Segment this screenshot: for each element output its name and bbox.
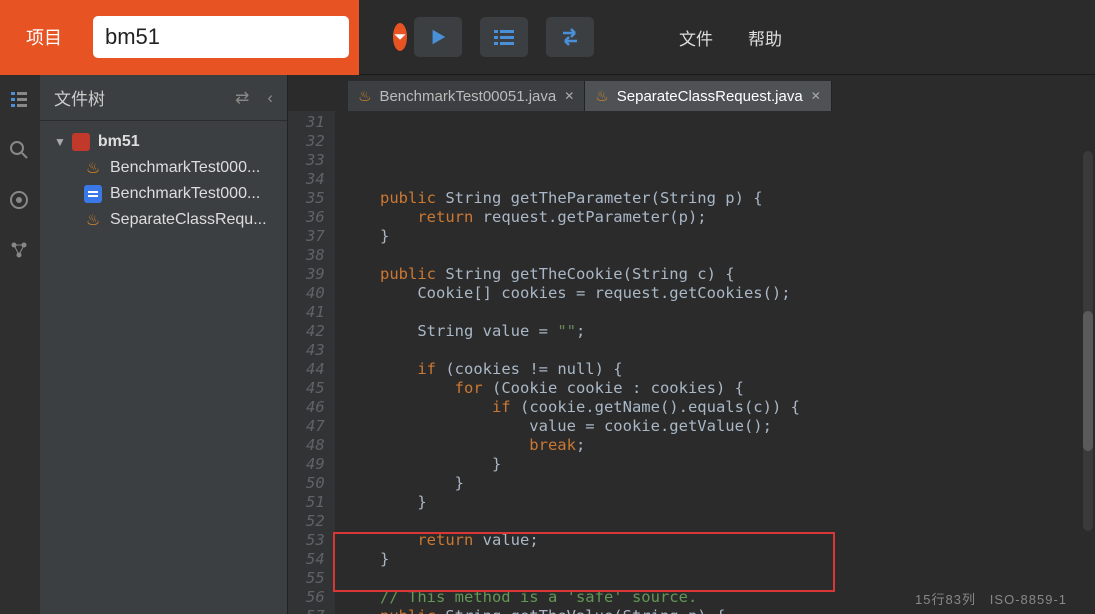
run-button[interactable]: [414, 17, 462, 57]
editor-tab[interactable]: ♨ BenchmarkTest00051.java ✕: [348, 81, 585, 111]
left-rail: [0, 75, 40, 614]
graph-icon[interactable]: [9, 240, 31, 262]
project-label[interactable]: 项目: [0, 0, 88, 75]
sync-icon[interactable]: ⇄: [235, 88, 249, 108]
close-icon[interactable]: ✕: [564, 89, 574, 103]
tree-item[interactable]: ♨ SeparateClassRequ...: [40, 207, 287, 233]
tree-item[interactable]: ♨ BenchmarkTest000...: [40, 155, 287, 181]
swap-button[interactable]: [546, 17, 594, 57]
code-content[interactable]: public String getTheParameter(String p) …: [335, 111, 800, 614]
menu-help[interactable]: 帮助: [748, 25, 782, 50]
statusbar: 15行83列 ISO-8859-1: [915, 589, 1067, 608]
java-icon: ♨: [84, 159, 102, 177]
toolbar: [414, 17, 594, 57]
java-icon: ♨: [358, 87, 371, 105]
tab-label: BenchmarkTest00051.java: [379, 88, 556, 105]
file-tree: ▼ bm51 ♨ BenchmarkTest000... BenchmarkTest…: [40, 121, 287, 241]
java-icon: ♨: [84, 211, 102, 229]
editor-tab[interactable]: ♨ SeparateClassRequest.java ✕: [585, 81, 831, 111]
sidebar: 文件树 ⇄ ‹ ▼ bm51 ♨ BenchmarkTest000... Bench…: [40, 75, 288, 614]
tree-item-label: BenchmarkTest000...: [110, 185, 260, 203]
menubar: 文件 帮助: [679, 25, 782, 50]
target-icon[interactable]: [9, 190, 31, 212]
collapse-icon[interactable]: ‹: [267, 88, 273, 108]
java-icon: ♨: [595, 87, 608, 105]
tabbar: ♨ BenchmarkTest00051.java ✕ ♨ SeparateClassR…: [288, 75, 1095, 111]
cursor-position: 15行83列: [915, 592, 976, 607]
file-icon: [84, 185, 102, 203]
caret-down-icon: ▼: [54, 135, 66, 149]
list-button[interactable]: [480, 17, 528, 57]
editor-scrollbar[interactable]: [1083, 151, 1093, 531]
search-icon[interactable]: [9, 140, 31, 162]
gutter: 3132333435363738394041424344454647484950…: [288, 111, 335, 614]
topbar: 项目 文件 帮助: [0, 0, 1095, 75]
tree-root-label: bm51: [98, 133, 140, 151]
tree-item[interactable]: BenchmarkTest000...: [40, 181, 287, 207]
search-wrap: [88, 0, 359, 75]
editor[interactable]: 3132333435363738394041424344454647484950…: [288, 111, 1095, 614]
tree-root[interactable]: ▼ bm51: [40, 129, 287, 155]
menu-file[interactable]: 文件: [679, 25, 713, 50]
structure-icon[interactable]: [9, 90, 31, 112]
editor-area: ♨ BenchmarkTest00051.java ✕ ♨ SeparateClassR…: [288, 75, 1095, 614]
search-dropdown-icon[interactable]: [393, 23, 407, 51]
close-icon[interactable]: ✕: [811, 89, 821, 103]
search-box: [93, 16, 349, 58]
tree-item-label: BenchmarkTest000...: [110, 159, 260, 177]
tab-label: SeparateClassRequest.java: [617, 88, 803, 105]
main: 文件树 ⇄ ‹ ▼ bm51 ♨ BenchmarkTest000... Bench…: [0, 75, 1095, 614]
project-icon: [72, 133, 90, 151]
sidebar-title: 文件树: [54, 85, 105, 110]
search-input[interactable]: [105, 24, 393, 50]
tree-item-label: SeparateClassRequ...: [110, 211, 267, 229]
sidebar-header: 文件树 ⇄ ‹: [40, 75, 287, 121]
encoding: ISO-8859-1: [990, 592, 1067, 607]
